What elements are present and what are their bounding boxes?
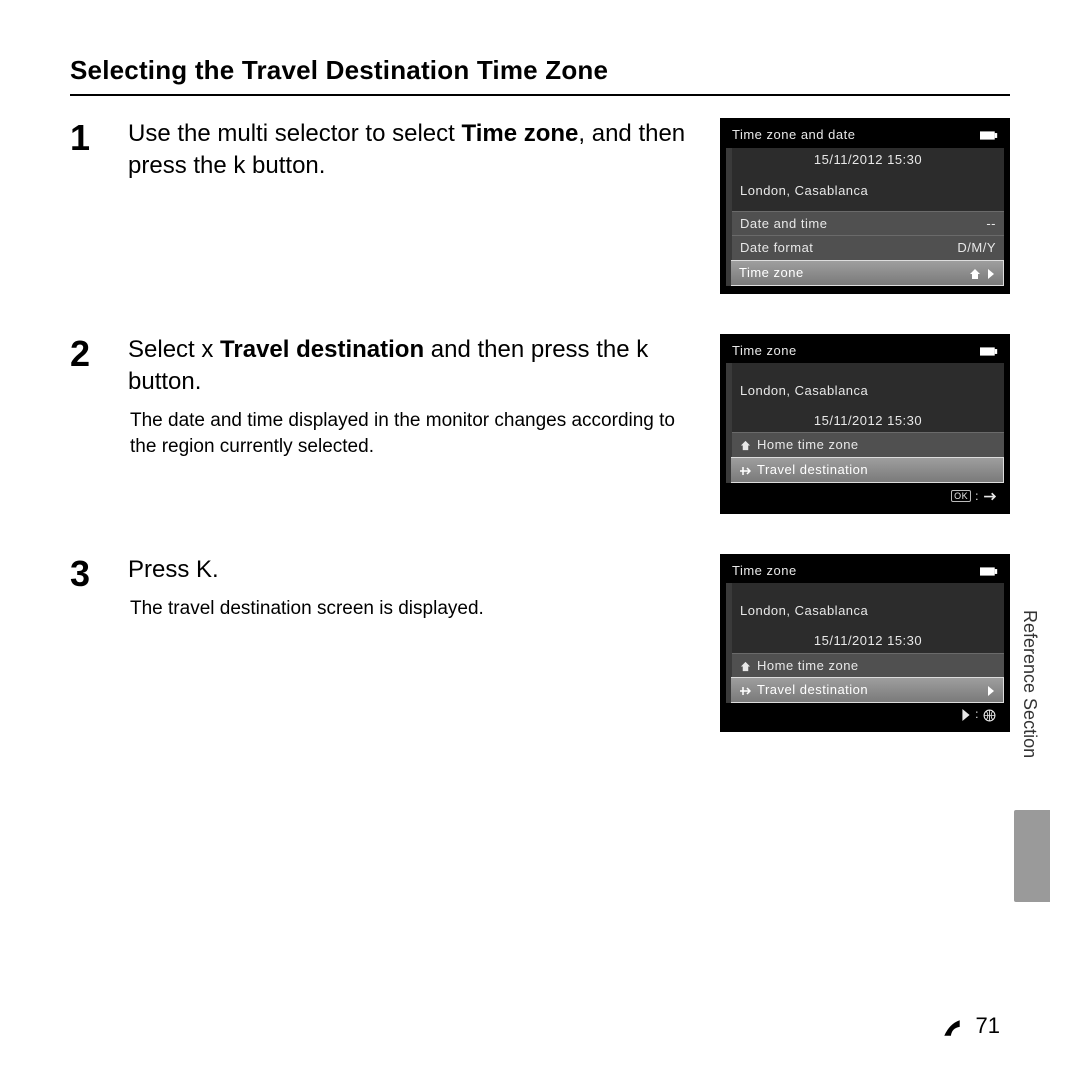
step-2: 2 Select x Travel destination and then p… <box>70 334 1010 514</box>
plane-icon <box>739 462 751 478</box>
datetime-row: 15/11/2012 15:30 <box>732 409 1004 433</box>
camera-screen-1: Time zone and date 15/11/2012 15:30 Lond… <box>720 118 1010 294</box>
section-label: Reference Section <box>1019 610 1040 758</box>
screen-title: Time zone <box>732 563 797 579</box>
step-number: 3 <box>70 554 110 592</box>
chevron-right-icon <box>987 682 995 698</box>
plane-icon <box>983 488 996 504</box>
menu-row-date-time: Date and time-- <box>732 211 1004 236</box>
city-row: London, Casablanca <box>732 171 1004 211</box>
datetime-row: 15/11/2012 15:30 <box>732 629 1004 653</box>
menu-row-time-zone: Time zone <box>731 260 1004 286</box>
screen-title: Time zone <box>732 343 797 359</box>
home-icon <box>740 658 751 674</box>
ok-icon: OK <box>951 490 971 503</box>
step-number: 1 <box>70 118 110 156</box>
chevron-right-icon <box>961 707 971 723</box>
globe-icon <box>983 707 996 723</box>
city-row: London, Casablanca <box>732 373 1004 409</box>
chevron-right-icon <box>987 265 995 281</box>
home-icon <box>740 437 751 453</box>
battery-icon <box>980 127 998 143</box>
menu-row-date-format: Date formatD/M/Y <box>732 235 1004 260</box>
battery-icon <box>980 563 998 579</box>
step-1: 1 Use the multi selector to select Time … <box>70 118 1010 294</box>
step-number: 2 <box>70 334 110 372</box>
step-text: Press K. <box>128 554 692 586</box>
menu-row-home: Home time zone <box>732 653 1004 678</box>
camera-screen-3: Time zone London, Casablanca 15/11/2012 … <box>720 554 1010 733</box>
menu-row-travel: Travel destination <box>731 677 1004 703</box>
reference-glyph-icon <box>941 1014 963 1040</box>
screen-title: Time zone and date <box>732 127 855 143</box>
page-title: Selecting the Travel Destination Time Zo… <box>70 55 1010 96</box>
step-3: 3 Press K. The travel destination screen… <box>70 554 1010 733</box>
page-number: 71 <box>941 1013 1000 1040</box>
thumb-tab <box>1014 810 1050 902</box>
battery-icon <box>980 343 998 359</box>
city-row: London, Casablanca <box>732 593 1004 629</box>
step-text: Select x Travel destination and then pre… <box>128 334 692 399</box>
datetime-row: 15/11/2012 15:30 <box>732 148 1004 172</box>
menu-row-home: Home time zone <box>732 432 1004 457</box>
menu-row-travel: Travel destination <box>731 457 1004 483</box>
home-icon <box>969 265 981 281</box>
step-text: Use the multi selector to select Time zo… <box>128 118 692 183</box>
camera-screen-2: Time zone London, Casablanca 15/11/2012 … <box>720 334 1010 514</box>
step-subtext: The date and time displayed in the monit… <box>128 408 692 459</box>
step-subtext: The travel destination screen is display… <box>128 596 692 622</box>
screen-footer: : <box>726 703 1004 725</box>
plane-icon <box>739 682 751 698</box>
screen-footer: OK : <box>726 483 1004 506</box>
